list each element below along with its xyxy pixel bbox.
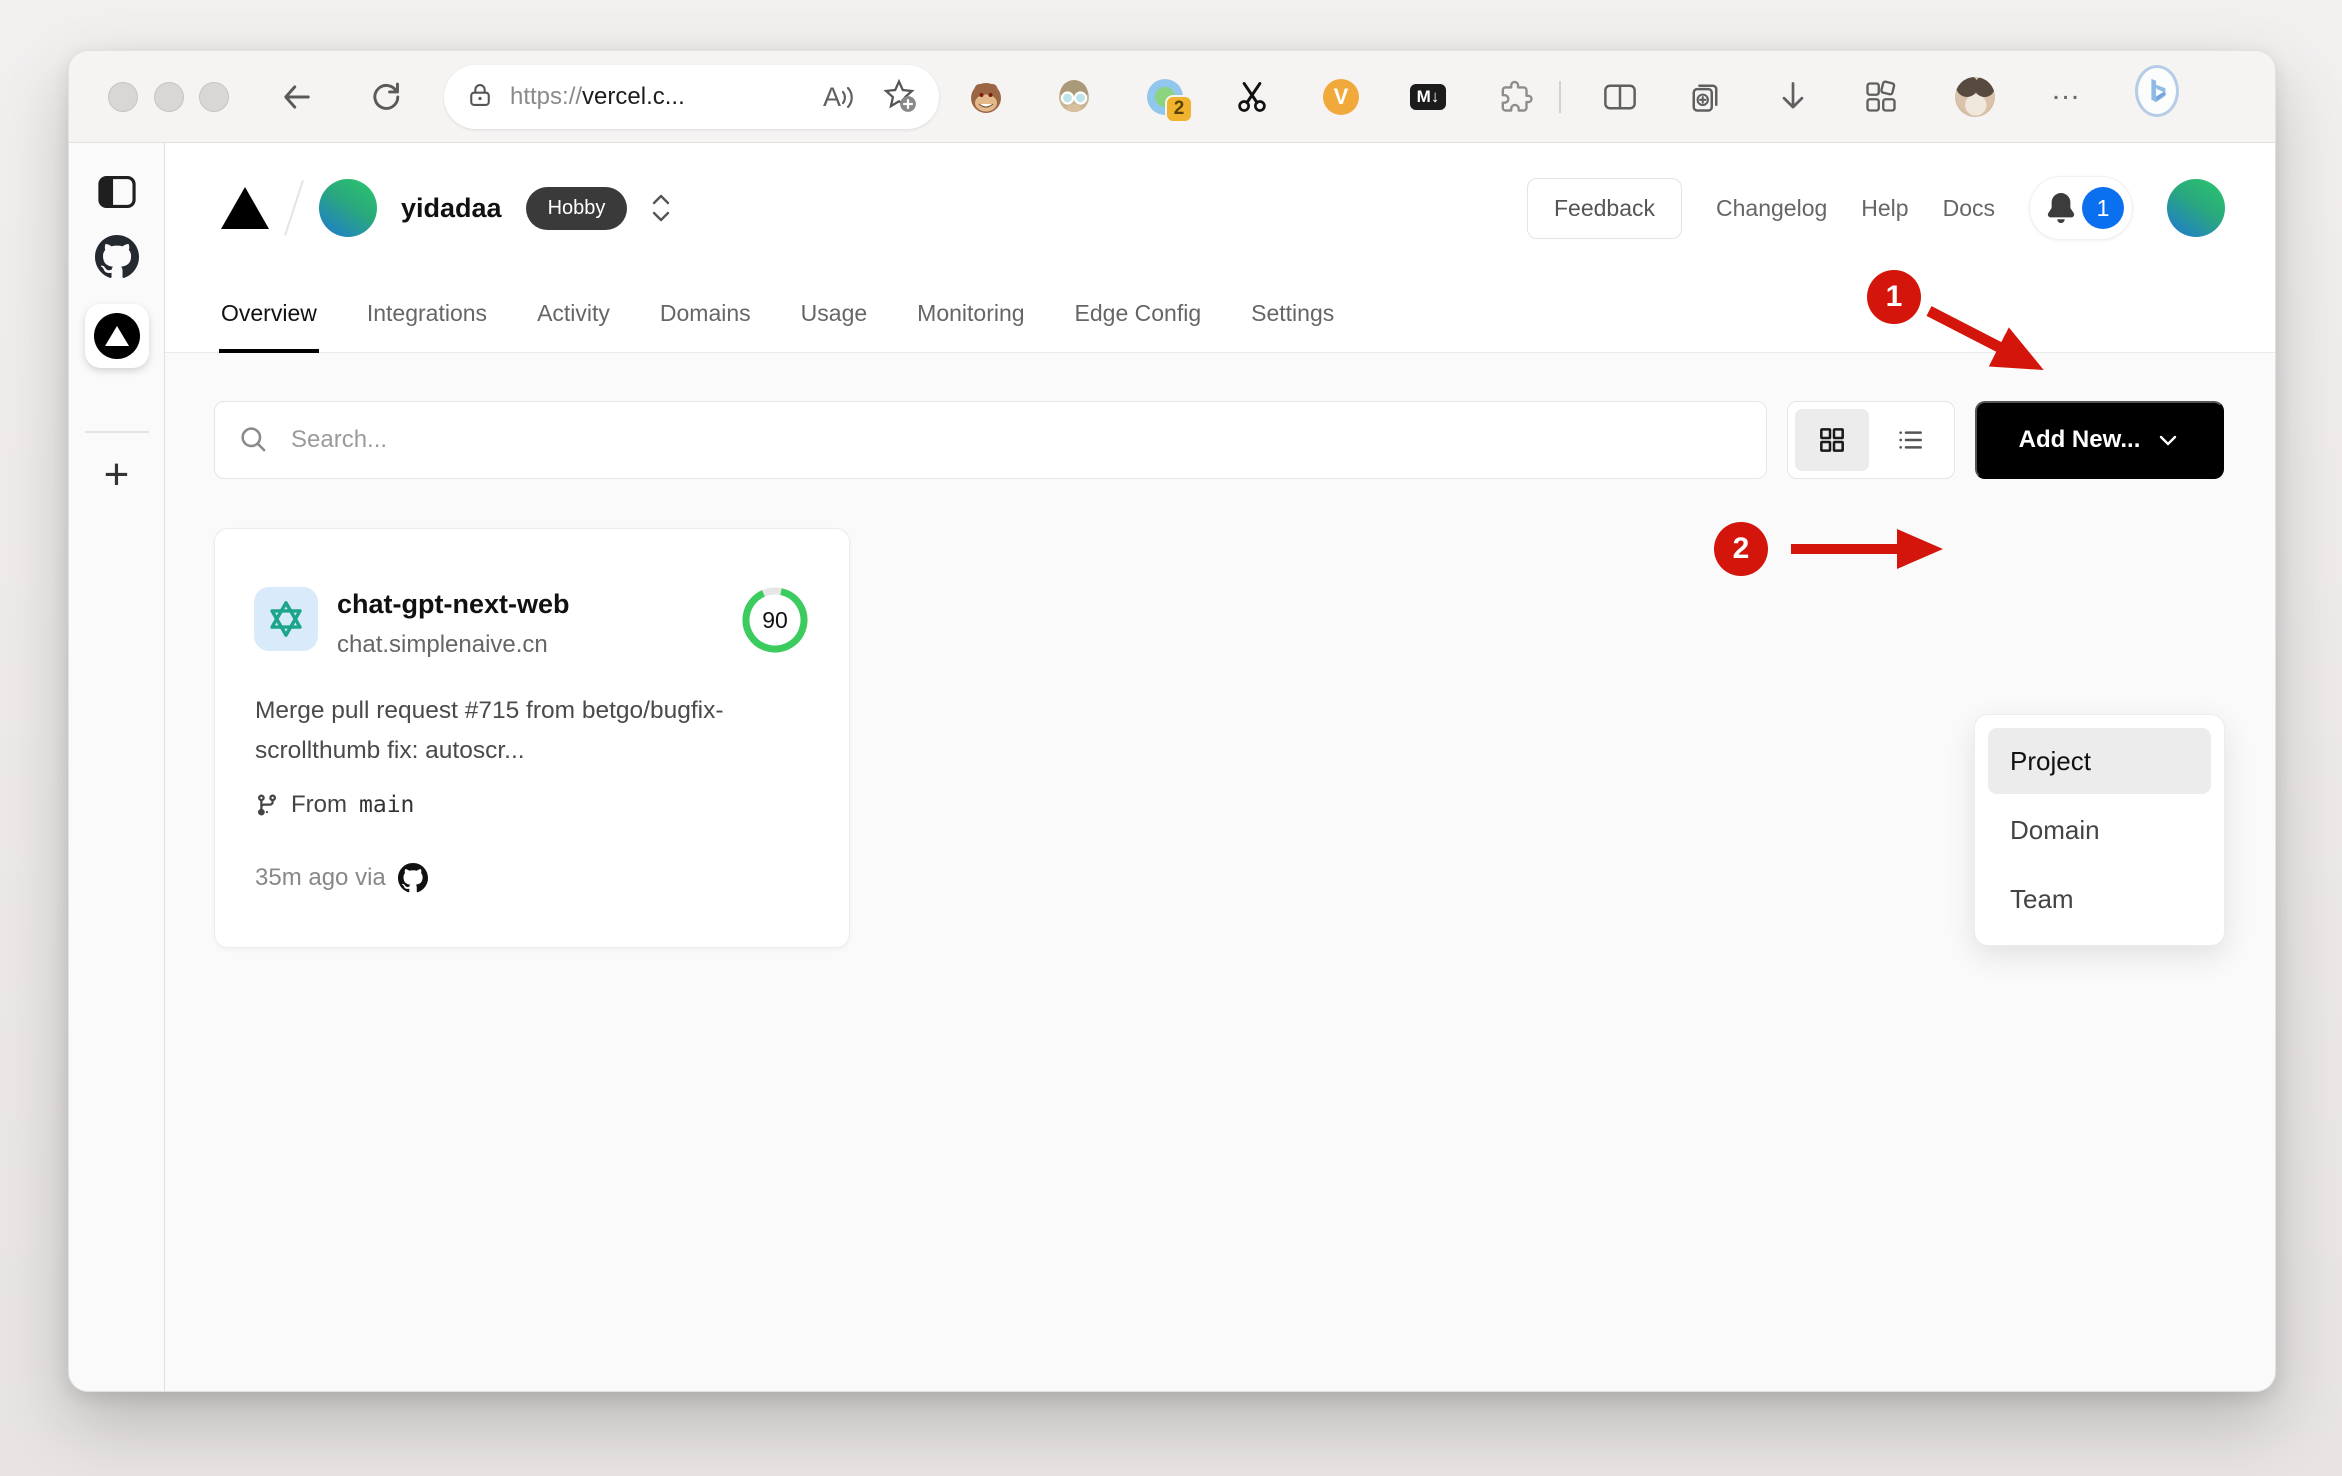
browser-toolbar: https://vercel.c... A 2 V M↓ … <box>69 51 2275 143</box>
openai-project-icon <box>254 587 318 651</box>
deploy-time: 35m ago via <box>255 864 386 891</box>
tab-domains[interactable]: Domains <box>658 273 753 353</box>
branch-name[interactable]: main <box>359 792 414 818</box>
v-extension-icon[interactable]: V <box>1319 75 1363 119</box>
notification-count-badge: 1 <box>2082 187 2124 229</box>
annotation-step-1: 1 <box>1867 270 1921 324</box>
vercel-logo[interactable] <box>221 187 269 229</box>
add-new-button[interactable]: Add New... <box>1975 401 2224 479</box>
more-menu-icon[interactable]: … <box>2045 75 2089 119</box>
add-new-menu: Project Domain Team <box>1974 714 2225 946</box>
vercel-app-icon <box>93 313 140 359</box>
apps-grid-icon[interactable] <box>1859 75 1903 119</box>
traffic-light-minimize[interactable] <box>154 82 184 112</box>
vercel-dashboard: yidadaa Hobby Feedback Changelog Help Do… <box>165 143 2275 1391</box>
breadcrumb-slash <box>284 180 304 236</box>
team-avatar[interactable] <box>319 179 377 237</box>
menu-item-domain[interactable]: Domain <box>1988 797 2211 863</box>
changelog-link[interactable]: Changelog <box>1716 195 1827 222</box>
bell-icon <box>2047 193 2075 223</box>
feedback-button[interactable]: Feedback <box>1527 177 1683 239</box>
vercel-header: yidadaa Hobby Feedback Changelog Help Do… <box>165 143 2275 353</box>
tab-overview[interactable]: Overview <box>219 273 319 353</box>
traffic-light-close[interactable] <box>108 82 138 112</box>
edge-sidebar: + <box>69 143 165 1391</box>
help-link[interactable]: Help <box>1861 195 1908 222</box>
split-screen-icon[interactable] <box>1598 75 1642 119</box>
github-icon <box>397 863 428 893</box>
extensions-puzzle-icon[interactable] <box>1494 75 1538 119</box>
grid-icon <box>1820 428 1844 452</box>
add-new-label: Add New... <box>2018 426 2141 453</box>
granny-extension-icon[interactable] <box>1052 75 1096 119</box>
tab-usage[interactable]: Usage <box>799 273 869 353</box>
collections-icon[interactable] <box>1683 75 1727 119</box>
notifications-button[interactable]: 1 <box>2029 176 2133 240</box>
tab-monitoring[interactable]: Monitoring <box>915 273 1026 353</box>
address-bar[interactable]: https://vercel.c... A <box>444 65 939 129</box>
reload-icon[interactable] <box>364 75 408 119</box>
docs-link[interactable]: Docs <box>1943 195 1995 222</box>
url-scheme: https:// <box>510 83 583 110</box>
search-input[interactable] <box>214 401 1767 479</box>
tab-edge-config[interactable]: Edge Config <box>1073 273 1204 353</box>
git-branch-icon <box>257 794 276 816</box>
read-aloud-icon[interactable]: A <box>823 82 857 113</box>
search-icon <box>238 424 270 461</box>
traffic-light-zoom[interactable] <box>199 82 229 112</box>
github-sidebar-icon[interactable] <box>94 235 139 279</box>
project-card[interactable]: chat-gpt-next-web chat.simplenaive.cn 90… <box>214 528 850 948</box>
annotation-step-2: 2 <box>1714 522 1768 576</box>
blue-green-extension-icon[interactable]: 2 <box>1143 75 1193 123</box>
tab-activity[interactable]: Activity <box>535 273 612 353</box>
bing-chat-icon[interactable] <box>2135 65 2179 117</box>
sidebar-separator <box>85 431 149 433</box>
team-name[interactable]: yidadaa <box>401 193 502 224</box>
back-icon[interactable] <box>275 75 319 119</box>
menu-item-project[interactable]: Project <box>1988 728 2211 794</box>
project-domain[interactable]: chat.simplenaive.cn <box>337 631 548 659</box>
branch-prefix: From <box>291 791 347 818</box>
menu-item-team[interactable]: Team <box>1988 866 2211 932</box>
user-avatar[interactable] <box>2167 179 2225 237</box>
downloads-icon[interactable] <box>1771 75 1815 119</box>
commit-message[interactable]: Merge pull request #715 from betgo/bugfi… <box>255 691 821 771</box>
view-toggle <box>1787 401 1955 479</box>
browser-window: https://vercel.c... A 2 V M↓ … + yidadaa… <box>68 50 2276 1392</box>
extension-badge-count: 2 <box>1165 95 1193 123</box>
lock-icon <box>466 81 494 114</box>
vercel-pinned-site[interactable] <box>84 304 149 368</box>
toolbar-divider <box>1559 81 1561 113</box>
scissors-extension-icon[interactable] <box>1230 75 1274 119</box>
plan-badge: Hobby <box>525 186 628 230</box>
tab-settings[interactable]: Settings <box>1249 273 1336 353</box>
favorite-star-icon[interactable] <box>881 77 917 118</box>
lighthouse-score: 90 <box>762 606 788 633</box>
markdown-extension-icon[interactable]: M↓ <box>1406 75 1450 119</box>
monkey-extension-icon[interactable] <box>964 75 1008 119</box>
project-name[interactable]: chat-gpt-next-web <box>337 589 570 620</box>
chevron-down-icon <box>2160 435 2177 446</box>
browser-profile-avatar[interactable] <box>1953 75 1997 119</box>
grid-view-button[interactable] <box>1795 409 1869 471</box>
list-view-button[interactable] <box>1873 409 1947 471</box>
tab-integrations[interactable]: Integrations <box>365 273 489 353</box>
dashboard-content: Add New... Project Domain Team chat-gpt-… <box>165 353 2275 1391</box>
sidebar-toggle-icon[interactable] <box>96 171 138 213</box>
scope-switcher-icon[interactable] <box>651 194 671 222</box>
sidebar-add-icon[interactable]: + <box>104 453 130 497</box>
dashboard-tabs: Overview Integrations Activity Domains U… <box>219 273 1336 353</box>
url-host: vercel.c... <box>582 83 685 110</box>
list-icon <box>1899 431 1922 449</box>
